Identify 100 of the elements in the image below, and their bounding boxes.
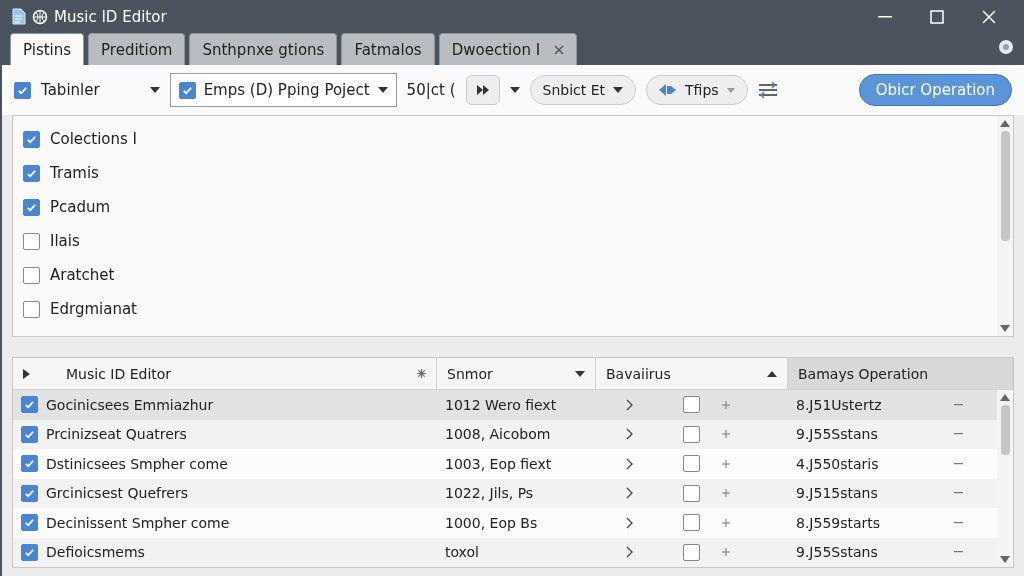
- checkbox[interactable]: [23, 266, 40, 284]
- table-row[interactable]: Grcinicsest Quefrers 1022, Jils, Ps 9.J515stans: [13, 478, 997, 508]
- row-checkbox[interactable]: [21, 484, 38, 502]
- plus-icon[interactable]: [722, 430, 730, 439]
- checkbox[interactable]: [683, 543, 700, 561]
- checkbox[interactable]: [683, 484, 700, 502]
- chevron-icon[interactable]: [626, 398, 633, 411]
- table-row[interactable]: Gocinicsees Emmiazhur 1012 Wero fiext 8.J51Ustertz: [13, 390, 997, 420]
- column-header[interactable]: Music ID Editor: [13, 358, 437, 389]
- minus-icon[interactable]: [954, 403, 963, 406]
- forward-button[interactable]: [465, 75, 500, 105]
- scroll-down-icon[interactable]: [1000, 325, 1010, 332]
- row-checkbox[interactable]: [21, 425, 38, 443]
- minimize-icon: [878, 15, 892, 18]
- select-dropdown[interactable]: Snbict Et: [529, 75, 636, 105]
- row-checkbox[interactable]: [21, 514, 38, 532]
- caret-icon: [575, 370, 585, 377]
- checklist-label: Colections I: [50, 130, 138, 148]
- chevron-icon[interactable]: [626, 546, 633, 559]
- scroll-up-icon[interactable]: [1000, 120, 1010, 127]
- project-dropdown[interactable]: Emps (D) Pping Poject: [169, 73, 397, 107]
- checkbox[interactable]: [23, 198, 40, 216]
- close-icon[interactable]: [554, 44, 565, 55]
- table-cell: Grcinicsest Quefrers: [46, 485, 189, 502]
- plus-icon[interactable]: [722, 548, 730, 557]
- table-cell: 1008, Aicobom: [445, 426, 551, 443]
- column-header[interactable]: Snmor: [437, 358, 596, 389]
- tab[interactable]: Preditiom: [88, 33, 186, 65]
- table-cell: 4.J550staris: [796, 455, 879, 472]
- checkbox[interactable]: [683, 514, 700, 532]
- table-cell: Gocinicsees Emmiazhur: [46, 396, 214, 413]
- checklist-label: Edrgmianat: [50, 300, 137, 318]
- chevron-icon[interactable]: [626, 516, 633, 529]
- caret-icon: [509, 87, 520, 93]
- scrollbar-thumb[interactable]: [1000, 405, 1010, 455]
- table-cell: 8.J559starts: [796, 514, 881, 531]
- fast-forward-icon: [476, 85, 489, 95]
- plus-icon[interactable]: [722, 400, 730, 409]
- table-cell: 8.J51Ustertz: [796, 396, 882, 413]
- minus-icon[interactable]: [954, 462, 963, 465]
- caret-icon: [767, 370, 777, 377]
- checkbox[interactable]: [23, 130, 40, 148]
- chevron-icon[interactable]: [626, 487, 633, 500]
- table-cell: 9.J515stans: [796, 485, 878, 502]
- checkbox[interactable]: [23, 232, 40, 250]
- scrollbar-thumb[interactable]: [1000, 131, 1010, 241]
- asterisk-icon[interactable]: [417, 369, 426, 378]
- tab[interactable]: Fatmalos: [341, 33, 435, 65]
- checklist-label: Ilais: [50, 232, 80, 250]
- checkbox[interactable]: [683, 425, 700, 443]
- maximize-icon: [930, 9, 944, 24]
- checklist-label: Aratchet: [50, 266, 115, 284]
- scroll-up-icon[interactable]: [1000, 394, 1010, 401]
- checkmark-icon: [24, 546, 35, 558]
- chevron-icon[interactable]: [626, 457, 633, 470]
- expand-icon[interactable]: [23, 368, 30, 379]
- checklist-label: Pcadum: [50, 198, 111, 216]
- plus-icon[interactable]: [722, 518, 730, 527]
- checkmark-icon: [24, 458, 35, 470]
- plus-icon[interactable]: [722, 489, 730, 498]
- scroll-down-icon[interactable]: [1000, 556, 1010, 563]
- plus-icon[interactable]: [722, 459, 730, 468]
- chevron-icon[interactable]: [626, 428, 633, 441]
- table-cell: Dstinicsees Smpher come: [46, 455, 228, 472]
- sliders-icon[interactable]: [757, 81, 778, 99]
- minus-icon[interactable]: [954, 551, 963, 554]
- row-checkbox[interactable]: [21, 455, 38, 473]
- document-icon: [12, 8, 26, 25]
- tab[interactable]: Snthpnxe gtions: [189, 33, 338, 65]
- tab[interactable]: Dwoection I: [438, 33, 578, 65]
- column-header[interactable]: Bavaiirus: [596, 358, 788, 389]
- scrollbar[interactable]: [997, 116, 1013, 336]
- circle-icon[interactable]: [998, 39, 1014, 55]
- column-header[interactable]: Bamays Operation: [788, 358, 1013, 389]
- caret-icon: [726, 87, 735, 93]
- table-cell: 9.J55Sstans: [796, 426, 878, 443]
- checklist-label: Tramis: [50, 164, 99, 182]
- table-row[interactable]: Prcinizseat Quatrers 1008, Aicobom 9.J55Sstans: [13, 419, 997, 449]
- checkbox[interactable]: [178, 81, 196, 99]
- minus-icon[interactable]: [954, 492, 963, 495]
- table-cell: 9.J55Sstans: [796, 544, 878, 561]
- tab[interactable]: Pistins: [10, 33, 85, 65]
- minus-icon[interactable]: [954, 433, 963, 436]
- checkbox[interactable]: [683, 455, 700, 473]
- checkbox[interactable]: [23, 164, 40, 182]
- table-row[interactable]: Defioicsmems toxol 9.J55Sstans: [13, 537, 997, 567]
- checkbox[interactable]: [14, 81, 31, 99]
- table-cell: Defioicsmems: [46, 544, 145, 561]
- row-checkbox[interactable]: [21, 543, 38, 561]
- tips-dropdown[interactable]: Tfips: [646, 75, 748, 105]
- checkmark-icon: [24, 487, 35, 499]
- minus-icon[interactable]: [954, 521, 963, 524]
- checkbox[interactable]: [23, 300, 40, 318]
- checkmark-icon: [181, 84, 193, 96]
- table-cell: 1012 Wero fiext: [445, 396, 557, 413]
- checkmark-icon: [24, 517, 35, 529]
- scrollbar[interactable]: [997, 390, 1013, 567]
- checkbox[interactable]: [683, 396, 700, 414]
- table-cell: 1000, Eop Bs: [445, 514, 538, 531]
- row-checkbox[interactable]: [21, 396, 38, 414]
